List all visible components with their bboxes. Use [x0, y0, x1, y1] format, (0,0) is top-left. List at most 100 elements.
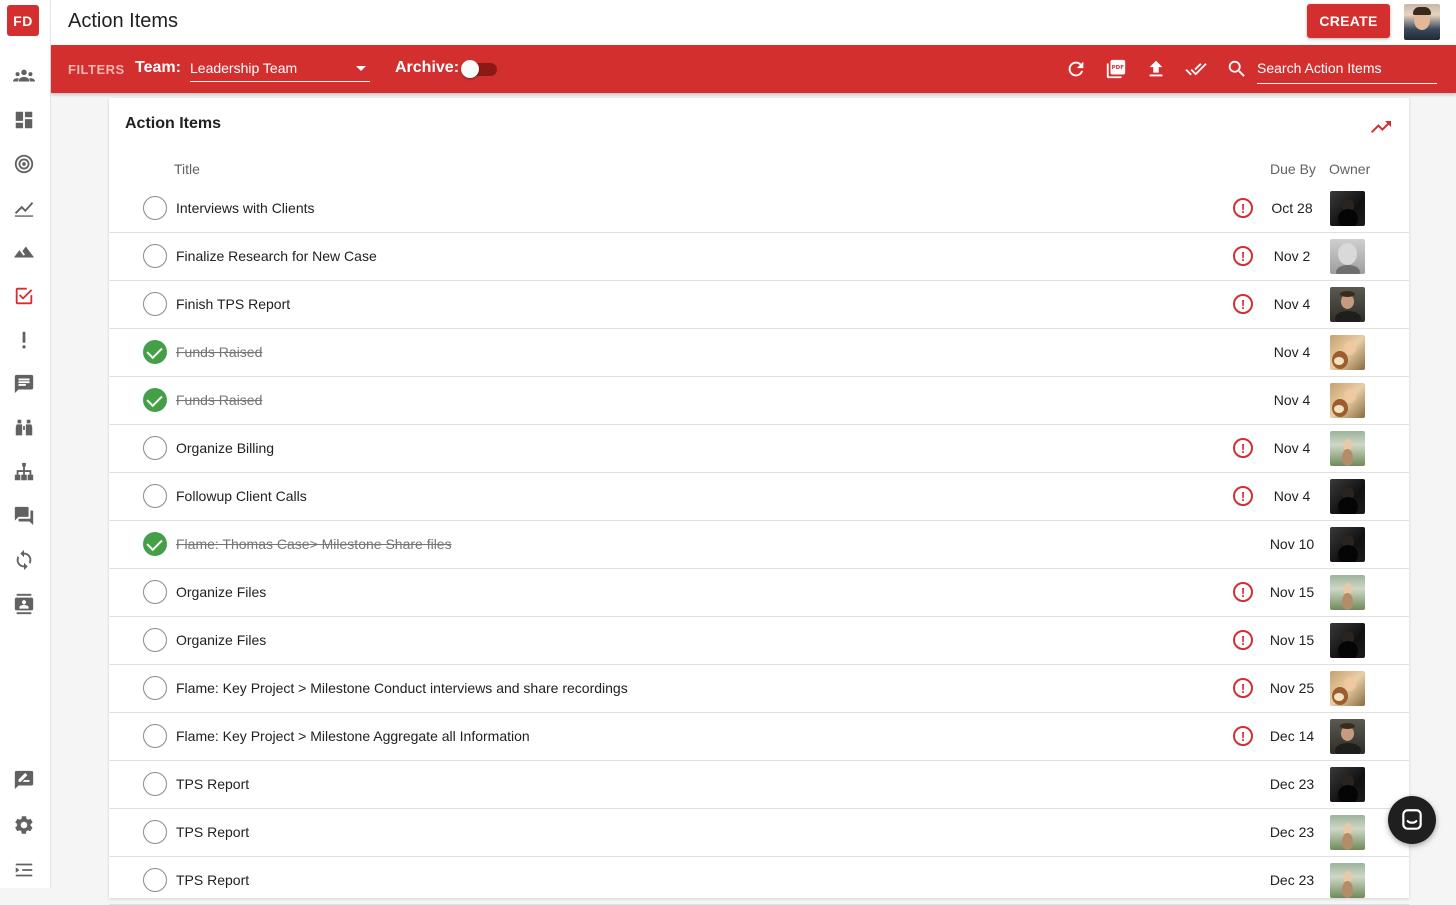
owner-avatar[interactable]: [1330, 575, 1365, 610]
item-title[interactable]: Interviews with Clients: [176, 200, 315, 216]
complete-checkbox[interactable]: [143, 772, 167, 796]
item-title[interactable]: Followup Client Calls: [176, 488, 307, 504]
owner-avatar[interactable]: [1330, 767, 1365, 802]
feedback-icon[interactable]: [12, 372, 36, 396]
item-title[interactable]: TPS Report: [176, 824, 249, 840]
item-title[interactable]: TPS Report: [176, 776, 249, 792]
completed-checkbox[interactable]: [143, 388, 167, 412]
complete-checkbox[interactable]: [143, 628, 167, 652]
owner-avatar[interactable]: [1330, 383, 1365, 418]
list-item[interactable]: Funds Raised Nov 4: [109, 329, 1409, 377]
filters-label[interactable]: FILTERS: [68, 62, 125, 77]
list-item[interactable]: TPS Report Dec 23: [109, 761, 1409, 809]
people-icon[interactable]: [12, 64, 36, 88]
owner-avatar[interactable]: [1330, 191, 1365, 226]
complete-checkbox[interactable]: [143, 436, 167, 460]
complete-checkbox[interactable]: [143, 820, 167, 844]
create-button[interactable]: CREATE: [1307, 4, 1390, 38]
item-title[interactable]: Flame: Key Project > Milestone Conduct i…: [176, 680, 628, 696]
completed-checkbox[interactable]: [143, 532, 167, 556]
owner-avatar[interactable]: [1330, 863, 1365, 898]
list-item[interactable]: Finish TPS Report! Nov 4: [109, 281, 1409, 329]
list-item[interactable]: Interviews with Clients! Oct 28: [109, 185, 1409, 233]
owner-avatar[interactable]: [1330, 527, 1365, 562]
refresh-icon[interactable]: [1064, 57, 1088, 81]
list-item[interactable]: Funds Raised Nov 4: [109, 377, 1409, 425]
trending-up-icon[interactable]: [1369, 115, 1393, 139]
item-title[interactable]: Organize Files: [176, 632, 266, 648]
due-date: Nov 4: [1273, 440, 1311, 456]
overdue-alert-icon: !: [1233, 582, 1253, 602]
complete-checkbox[interactable]: [143, 724, 167, 748]
item-title[interactable]: Finish TPS Report: [176, 296, 290, 312]
item-title[interactable]: TPS Report: [176, 872, 249, 888]
target-icon[interactable]: [12, 152, 36, 176]
list-item[interactable]: TPS Report Dec 23: [109, 857, 1409, 905]
overdue-alert-icon: !: [1233, 438, 1253, 458]
search-input[interactable]: [1257, 57, 1437, 79]
item-title[interactable]: Finalize Research for New Case: [176, 248, 377, 264]
owner-avatar[interactable]: [1330, 815, 1365, 850]
owner-avatar[interactable]: [1330, 671, 1365, 706]
complete-checkbox[interactable]: [143, 244, 167, 268]
owner-avatar[interactable]: [1330, 623, 1365, 658]
mountain-icon[interactable]: [12, 240, 36, 264]
list-item[interactable]: Flame: Key Project > Milestone Aggregate…: [109, 713, 1409, 761]
list-item[interactable]: Flame: Thomas Case> Milestone Share file…: [109, 521, 1409, 569]
list-item[interactable]: Organize Billing! Nov 4: [109, 425, 1409, 473]
binoculars-icon[interactable]: [12, 416, 36, 440]
team-select[interactable]: Leadership Team: [190, 57, 370, 82]
list-item[interactable]: Finalize Research for New Case! Nov 2: [109, 233, 1409, 281]
owner-avatar[interactable]: [1330, 287, 1365, 322]
complete-checkbox[interactable]: [143, 580, 167, 604]
list-item[interactable]: Organize Files! Nov 15: [109, 569, 1409, 617]
complete-checkbox[interactable]: [143, 292, 167, 316]
item-title[interactable]: Organize Files: [176, 584, 266, 600]
list-item[interactable]: Followup Client Calls! Nov 4: [109, 473, 1409, 521]
edit-note-icon[interactable]: [12, 768, 36, 792]
due-date: Oct 28: [1271, 200, 1313, 216]
completed-checkbox[interactable]: [143, 340, 167, 364]
chat-icon[interactable]: [12, 504, 36, 528]
item-title[interactable]: Organize Billing: [176, 440, 274, 456]
archive-toggle[interactable]: [461, 60, 497, 78]
list-item[interactable]: Flame: Key Project > Milestone Conduct i…: [109, 665, 1409, 713]
user-avatar[interactable]: [1404, 4, 1440, 40]
complete-checkbox[interactable]: [143, 196, 167, 220]
expand-menu-icon[interactable]: [12, 858, 36, 882]
exclamation-icon[interactable]: [12, 328, 36, 352]
line-chart-icon[interactable]: [12, 196, 36, 220]
upload-icon[interactable]: [1144, 57, 1168, 81]
app-logo[interactable]: FD: [7, 5, 39, 36]
chat-launcher-button[interactable]: [1388, 796, 1436, 844]
column-header-due-by[interactable]: Due By: [1270, 161, 1316, 177]
complete-checkbox[interactable]: [143, 676, 167, 700]
dashboard-icon[interactable]: [12, 108, 36, 132]
overdue-alert-icon: !: [1233, 486, 1253, 506]
action-items-card: Action Items Title Due By Owner Intervie…: [109, 98, 1409, 905]
owner-avatar[interactable]: [1330, 479, 1365, 514]
contacts-icon[interactable]: [12, 592, 36, 616]
org-chart-icon[interactable]: [12, 460, 36, 484]
owner-avatar[interactable]: [1330, 335, 1365, 370]
owner-avatar[interactable]: [1330, 719, 1365, 754]
item-title[interactable]: Funds Raised: [176, 344, 262, 360]
owner-avatar[interactable]: [1330, 431, 1365, 466]
due-date: Nov 15: [1269, 584, 1315, 600]
pdf-icon[interactable]: PDF: [1104, 57, 1128, 81]
complete-checkbox[interactable]: [143, 868, 167, 892]
owner-avatar[interactable]: [1330, 239, 1365, 274]
settings-icon[interactable]: [12, 813, 36, 837]
item-title[interactable]: Funds Raised: [176, 392, 262, 408]
done-all-icon[interactable]: [1184, 57, 1208, 81]
column-header-title[interactable]: Title: [174, 161, 200, 177]
list-item[interactable]: TPS Report Dec 23: [109, 809, 1409, 857]
action-items-icon[interactable]: [12, 284, 36, 308]
sync-icon[interactable]: [12, 548, 36, 572]
column-header-owner[interactable]: Owner: [1329, 161, 1370, 177]
list-item[interactable]: Organize Files! Nov 15: [109, 617, 1409, 665]
complete-checkbox[interactable]: [143, 484, 167, 508]
item-title[interactable]: Flame: Thomas Case> Milestone Share file…: [176, 536, 452, 552]
due-date: Dec 14: [1269, 728, 1315, 744]
item-title[interactable]: Flame: Key Project > Milestone Aggregate…: [176, 728, 530, 744]
